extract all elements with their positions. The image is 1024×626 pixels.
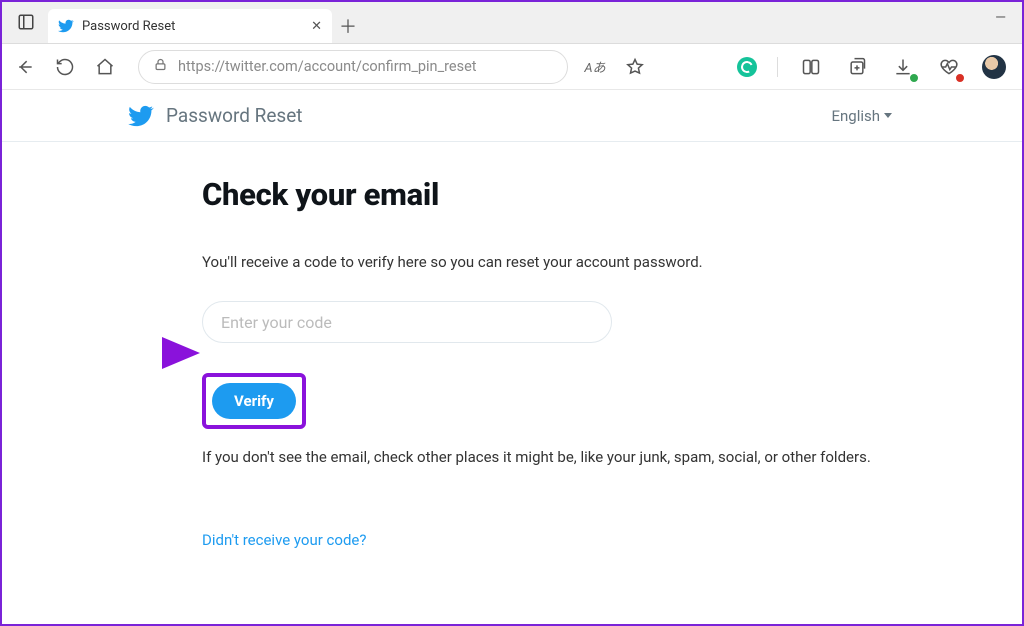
downloads-button[interactable] [890, 54, 916, 80]
browser-tab[interactable]: Password Reset ✕ [48, 9, 332, 43]
profile-avatar[interactable] [982, 55, 1006, 79]
home-button[interactable] [92, 54, 118, 80]
twitter-bird-icon [128, 103, 154, 129]
refresh-button[interactable] [52, 54, 78, 80]
reader-label: Aあ [584, 57, 605, 76]
subtext: You'll receive a code to verify here so … [202, 253, 1022, 271]
plus-icon: ＋ [339, 13, 357, 39]
health-button[interactable] [936, 54, 962, 80]
page-title: Password Reset [166, 104, 303, 127]
home-icon [95, 57, 115, 77]
refresh-icon [55, 57, 75, 77]
address-bar[interactable]: https://twitter.com/account/confirm_pin_… [138, 50, 568, 84]
browser-tab-strip: Password Reset ✕ ＋ — [2, 2, 1022, 44]
new-tab-button[interactable]: ＋ [334, 12, 362, 40]
toolbar-separator [777, 57, 778, 77]
back-button[interactable] [12, 54, 38, 80]
toolbar-right-group [737, 54, 1012, 80]
heading: Check your email [202, 176, 1022, 213]
grammarly-icon[interactable] [737, 57, 757, 77]
minimize-icon[interactable]: — [995, 10, 1006, 26]
verify-button-highlight: Verify [202, 373, 306, 429]
lock-icon [153, 57, 168, 76]
url-text: https://twitter.com/account/confirm_pin_… [178, 58, 477, 75]
language-selector[interactable]: English [831, 107, 892, 125]
advice-text: If you don't see the email, check other … [202, 447, 942, 469]
collections-button[interactable] [844, 54, 870, 80]
twitter-bird-icon [58, 18, 74, 34]
tab-actions-icon[interactable] [14, 10, 38, 34]
browser-toolbar: https://twitter.com/account/confirm_pin_… [2, 44, 1022, 90]
collections-icon [847, 57, 867, 77]
close-icon[interactable]: ✕ [311, 19, 322, 34]
health-alert-badge [955, 73, 965, 83]
chevron-down-icon [884, 113, 892, 118]
page-header-bar: Password Reset English [2, 90, 1022, 142]
favorite-button[interactable] [622, 54, 648, 80]
reader-mode-button[interactable]: Aあ [582, 54, 608, 80]
tab-title: Password Reset [82, 19, 303, 34]
back-arrow-icon [15, 57, 35, 77]
split-screen-button[interactable] [798, 54, 824, 80]
verify-button[interactable]: Verify [212, 383, 296, 419]
star-icon [625, 57, 645, 77]
verification-code-input[interactable] [202, 301, 612, 343]
language-label: English [831, 107, 880, 125]
main-content: Check your email You'll receive a code t… [2, 142, 1022, 549]
resend-code-link[interactable]: Didn't receive your code? [202, 531, 366, 549]
download-complete-badge [909, 73, 919, 83]
split-screen-icon [801, 57, 821, 77]
